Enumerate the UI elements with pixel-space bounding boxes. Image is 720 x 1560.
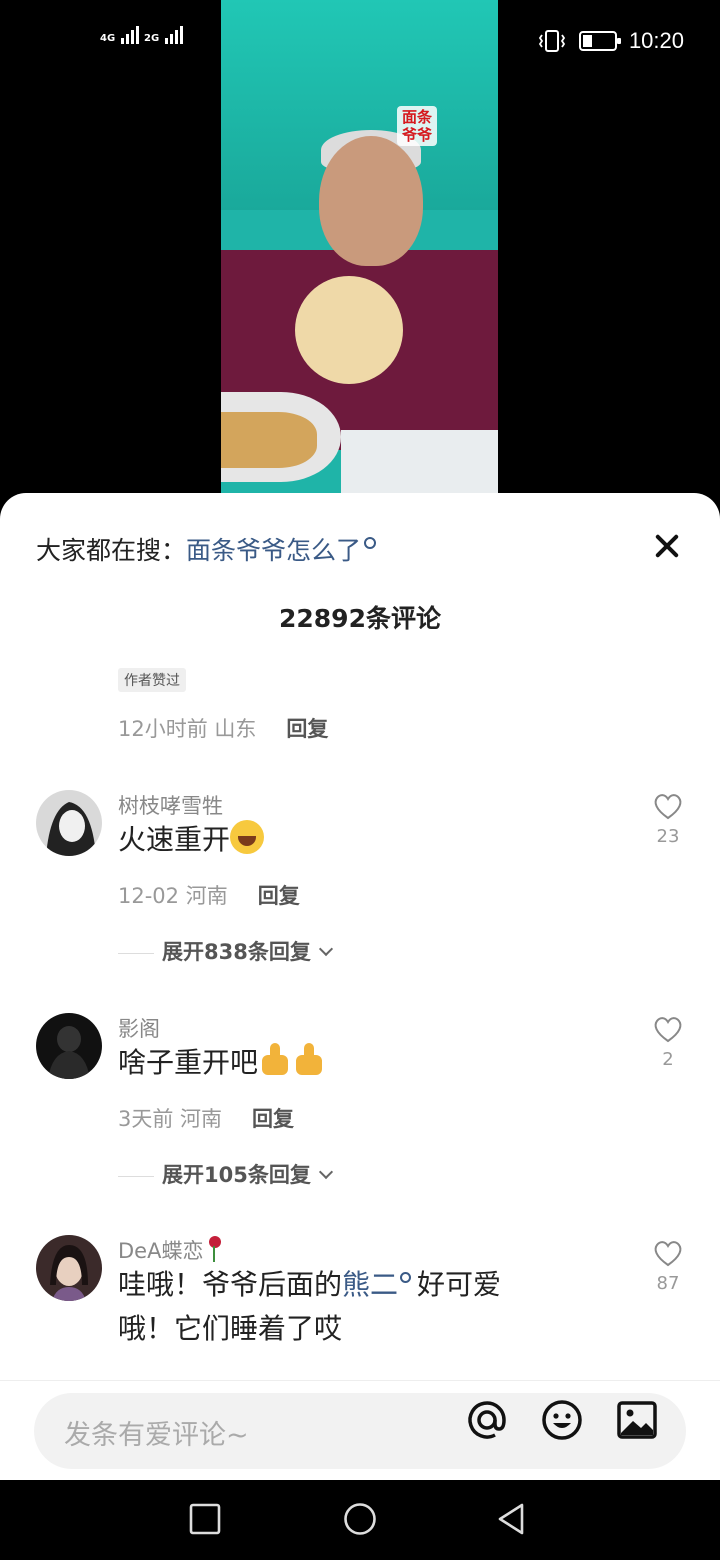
heart-icon [654, 1241, 682, 1267]
thumbs-up-emoji-icon [292, 1043, 326, 1077]
emoji-icon[interactable] [541, 1399, 583, 1441]
video-person-face [319, 136, 423, 266]
at-icon[interactable] [466, 1399, 508, 1441]
avatar[interactable] [36, 1013, 102, 1079]
comment-input[interactable]: 发条有爱评论~ [34, 1393, 686, 1469]
clock: 10:20 [628, 28, 684, 53]
reply-button[interactable]: 回复 [252, 1107, 294, 1131]
signal-bars-icon [120, 26, 141, 44]
signal-label-2: 2G [144, 33, 160, 44]
comment-username[interactable]: 树枝哮雪牲 [118, 790, 223, 820]
expand-replies-button[interactable]: 展开105条回复 [118, 1159, 333, 1189]
comment-input-placeholder: 发条有爱评论~ [64, 1420, 249, 1451]
heart-icon [654, 1017, 682, 1043]
comment-username[interactable]: 影阁 [118, 1013, 160, 1043]
avatar[interactable] [36, 1235, 102, 1301]
video-bread [295, 276, 403, 384]
signal-indicator-2: 2G [144, 26, 185, 44]
comment-text-content-2: 好可爱 [417, 1268, 502, 1301]
signal-indicator-1: 4G [100, 26, 141, 44]
search-icon [400, 1272, 412, 1283]
rose-emoji-icon [203, 1236, 225, 1262]
comment-text-line2: 哦！它们睡着了哎 [118, 1312, 343, 1345]
like-button[interactable]: 2 [652, 1015, 684, 1070]
comments-sheet: 大家都在搜：面条爷爷怎么了 22892条评论 作者赞过 12小时前 山东 回复 树… [0, 493, 720, 1480]
like-button[interactable]: 23 [652, 792, 684, 847]
comment-time-location: 3天前 河南 [118, 1107, 223, 1131]
screen: 面条爷爷 4G 2G 10:20 大家都在搜：面条爷爷怎么了 22892条评论 … [0, 0, 720, 1560]
trending-search[interactable]: 大家都在搜：面条爷爷怎么了 [36, 531, 377, 567]
heart-icon [654, 794, 682, 820]
video-table [341, 430, 498, 493]
chevron-down-icon [318, 1164, 333, 1180]
battery-level [582, 35, 592, 47]
expand-replies-label: 展开838条回复 [162, 940, 311, 964]
comment-keyword-link[interactable]: 熊二 [342, 1268, 398, 1301]
like-count: 2 [662, 1049, 674, 1070]
comment-time-location: 12-02 河南 [118, 884, 228, 908]
chevron-down-icon [318, 941, 333, 957]
reply-button[interactable]: 回复 [258, 884, 300, 908]
thumbs-up-emoji-icon [258, 1043, 292, 1077]
close-button[interactable] [654, 533, 680, 559]
signal-bars-icon [164, 26, 185, 44]
comment-username[interactable]: DeA蝶恋 [118, 1235, 225, 1265]
divider-line [118, 952, 154, 954]
signal-label-1: 4G [100, 33, 116, 44]
comment-text: 哇哦！爷爷后面的熊二 好可爱 [118, 1263, 501, 1307]
video-noodles [221, 412, 317, 468]
avatar[interactable] [36, 790, 102, 856]
comment-count: 22892条评论 [279, 604, 441, 633]
comment-username-text: DeA蝶恋 [118, 1239, 204, 1263]
comment-meta: 12小时前 山东 回复 [118, 713, 328, 743]
like-count: 23 [656, 826, 680, 847]
like-button[interactable]: 87 [652, 1239, 684, 1294]
status-right: 10:20 [537, 28, 684, 54]
laughing-tears-emoji-icon [230, 820, 265, 854]
status-bar: 4G 2G 10:20 [0, 0, 720, 84]
trending-search-link[interactable]: 面条爷爷怎么了 [186, 536, 361, 565]
like-count: 87 [656, 1273, 680, 1294]
back-icon[interactable] [495, 1502, 529, 1536]
trending-search-prefix: 大家都在搜： [36, 536, 187, 565]
image-icon[interactable] [616, 1399, 658, 1441]
recent-apps-icon[interactable] [188, 1502, 222, 1536]
expand-replies-button[interactable]: 展开838条回复 [118, 936, 333, 966]
search-icon [364, 537, 377, 549]
battery-icon [578, 31, 621, 51]
author-liked-badge: 作者赞过 [118, 668, 186, 692]
comment-text-content: 哇哦！爷爷后面的 [118, 1268, 343, 1301]
video-overlay-label: 面条爷爷 [397, 106, 437, 146]
comment-meta: 12-02 河南 回复 [118, 880, 300, 910]
comment-input-bar: 发条有爱评论~ [0, 1380, 720, 1480]
comment-meta: 3天前 河南 回复 [118, 1103, 294, 1133]
comment-time-location: 12小时前 山东 [118, 717, 257, 741]
comment-text: 火速重开 [118, 818, 265, 862]
comment-text-content: 啥子重开吧 [118, 1046, 259, 1079]
reply-button[interactable]: 回复 [286, 717, 328, 741]
system-nav-bar [0, 1480, 720, 1560]
vibrate-icon [538, 30, 566, 52]
divider-line [118, 1175, 154, 1177]
expand-replies-label: 展开105条回复 [162, 1163, 311, 1187]
comment-text-content: 火速重开 [118, 823, 231, 856]
comment-text: 啥子重开吧 [118, 1041, 326, 1085]
home-icon[interactable] [343, 1502, 377, 1536]
